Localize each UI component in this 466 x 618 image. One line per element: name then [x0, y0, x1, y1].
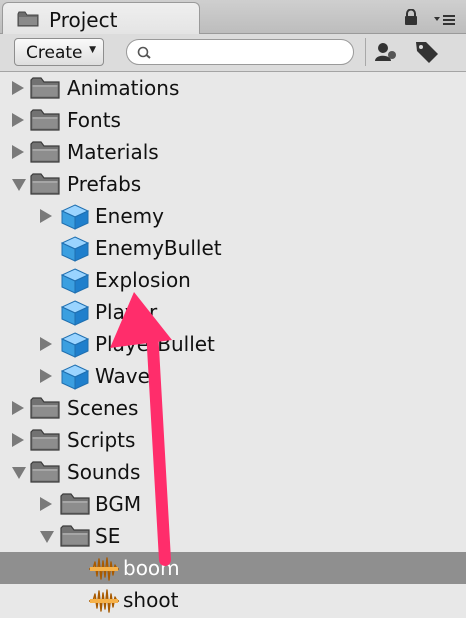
dropdown-caret-icon: ▼ [89, 45, 96, 55]
expand-arrow-icon[interactable] [12, 145, 24, 159]
tree-item-label: Enemy [95, 204, 164, 228]
prefab-cube-icon [60, 364, 90, 394]
tree-item-label: Animations [67, 76, 180, 100]
expand-arrow-icon[interactable] [40, 369, 52, 383]
folder-icon [30, 396, 60, 424]
expand-arrow-icon[interactable] [40, 497, 52, 511]
tree-item-label: Player [95, 300, 158, 324]
folder-icon [30, 460, 60, 488]
prefab-cube-icon [60, 268, 90, 298]
prefab-cube-icon [60, 332, 90, 362]
collapse-arrow-icon[interactable] [12, 467, 26, 479]
tree-item-label: SE [95, 524, 121, 548]
tree-folder-row[interactable]: Materials [0, 136, 466, 168]
tree-asset-row[interactable]: Enemy [0, 200, 466, 232]
tree-asset-row[interactable]: shoot [0, 584, 466, 616]
tree-item-label: BGM [95, 492, 142, 516]
tree-folder-row[interactable]: BGM [0, 488, 466, 520]
audio-clip-icon [88, 588, 120, 618]
tree-folder-row[interactable]: Fonts [0, 104, 466, 136]
search-input[interactable] [157, 43, 347, 63]
filter-by-type-button[interactable] [373, 39, 399, 65]
tree-folder-row[interactable]: Scripts [0, 424, 466, 456]
tree-asset-row[interactable]: Explosion [0, 264, 466, 296]
project-tree[interactable]: Animations Fonts Materials Prefabs Enemy Enem… [0, 72, 466, 616]
lock-icon[interactable] [404, 8, 418, 30]
tree-asset-row[interactable]: Wave [0, 360, 466, 392]
search-field[interactable] [126, 39, 354, 65]
tab-project[interactable]: Project [2, 2, 200, 34]
tree-folder-row[interactable]: Prefabs [0, 168, 466, 200]
tree-asset-row[interactable]: EnemyBullet [0, 232, 466, 264]
folder-icon [60, 492, 90, 520]
folder-icon [30, 428, 60, 456]
tree-item-label: Scripts [67, 428, 136, 452]
tree-item-label: shoot [123, 588, 179, 612]
search-icon [137, 45, 153, 64]
prefab-cube-icon [60, 236, 90, 266]
tree-asset-row[interactable]: PlayerBullet [0, 328, 466, 360]
tree-item-label: Scenes [67, 396, 139, 420]
folder-icon [60, 524, 90, 552]
folder-icon [30, 108, 60, 136]
tree-item-label: Fonts [67, 108, 121, 132]
panel-tab-bar: Project [0, 0, 466, 34]
tree-item-label: boom [123, 556, 180, 580]
folder-icon [17, 11, 39, 31]
expand-arrow-icon[interactable] [12, 81, 24, 95]
expand-arrow-icon[interactable] [40, 337, 52, 351]
tree-folder-row[interactable]: Scenes [0, 392, 466, 424]
folder-icon [30, 140, 60, 168]
tree-folder-row[interactable]: Animations [0, 72, 466, 104]
tree-item-label: EnemyBullet [95, 236, 222, 260]
tree-folder-row[interactable]: Sounds [0, 456, 466, 488]
tree-item-label: Prefabs [67, 172, 142, 196]
folder-icon [30, 172, 60, 200]
tree-item-label: Sounds [67, 460, 141, 484]
toolbar-divider [365, 38, 366, 66]
prefab-cube-icon [60, 204, 90, 234]
tree-asset-row[interactable]: Player [0, 296, 466, 328]
tree-asset-row[interactable]: boom [0, 552, 466, 584]
tree-folder-row[interactable]: SE [0, 520, 466, 552]
expand-arrow-icon[interactable] [12, 433, 24, 447]
tab-title: Project [49, 8, 118, 32]
folder-icon [30, 76, 60, 104]
panel-menu-icon[interactable] [434, 11, 456, 30]
create-button[interactable]: Create ▼ [14, 38, 104, 66]
collapse-arrow-icon[interactable] [40, 531, 54, 543]
tree-item-label: Wave [95, 364, 150, 388]
project-toolbar: Create ▼ [0, 34, 466, 72]
tree-item-label: Explosion [95, 268, 191, 292]
tree-item-label: PlayerBullet [95, 332, 215, 356]
create-button-label: Create [26, 43, 83, 63]
expand-arrow-icon[interactable] [12, 113, 24, 127]
filter-by-label-button[interactable] [412, 39, 442, 65]
expand-arrow-icon[interactable] [12, 401, 24, 415]
audio-clip-icon [88, 556, 120, 586]
collapse-arrow-icon[interactable] [12, 179, 26, 191]
expand-arrow-icon[interactable] [40, 209, 52, 223]
tree-item-label: Materials [67, 140, 159, 164]
prefab-cube-icon [60, 300, 90, 330]
